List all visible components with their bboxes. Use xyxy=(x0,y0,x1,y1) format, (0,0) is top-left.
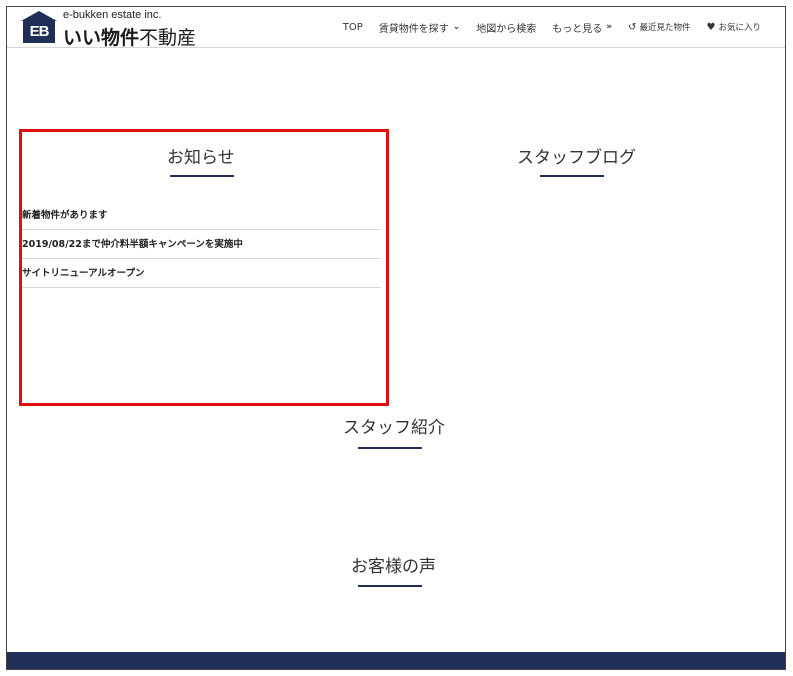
logo-title: いい物件不動産 xyxy=(63,23,196,50)
nav-recently-viewed-label: 最近見た物件 xyxy=(639,23,691,33)
voice-heading: お客様の声 xyxy=(351,557,436,577)
nav-more-label: もっと見る xyxy=(552,23,603,35)
logo-mark-text: EB xyxy=(23,21,55,43)
news-item[interactable]: 新着物件があります xyxy=(22,201,381,230)
history-icon: ↺ xyxy=(628,21,637,33)
news-heading: お知らせ xyxy=(167,148,235,168)
footer-bar xyxy=(7,652,785,669)
nav-search-rent-label: 賃貸物件を探す xyxy=(378,23,449,35)
nav-favorites-label: お気に入り xyxy=(718,23,761,33)
news-item[interactable]: 2019/08/22まで仲介料半額キャンペーンを実施中 xyxy=(22,230,381,259)
staff-heading-underline xyxy=(358,447,422,449)
page-frame: EB e-bukken estate inc. いい物件不動産 TOP 賃貸物件… xyxy=(6,6,786,670)
blog-heading-underline xyxy=(540,175,604,177)
nav-map-search-label: 地図から検索 xyxy=(476,23,537,35)
house-logo-icon: EB xyxy=(21,11,57,43)
logo-subtitle: e-bukken estate inc. xyxy=(63,9,162,21)
news-heading-underline xyxy=(170,175,234,177)
site-logo[interactable]: EB e-bukken estate inc. いい物件不動産 xyxy=(21,9,221,49)
double-chevron-down-icon: » xyxy=(606,22,613,32)
news-list: 新着物件があります 2019/08/22まで仲介料半額キャンペーンを実施中 サイ… xyxy=(22,201,381,288)
nav-top-label: TOP xyxy=(342,21,363,33)
news-item[interactable]: サイトリニューアルオープン xyxy=(22,259,381,288)
nav-recently-viewed[interactable]: ↺ 最近見た物件 xyxy=(628,21,691,34)
nav-search-rent[interactable]: 賃貸物件を探す ⌄ xyxy=(379,20,461,35)
nav-map-search[interactable]: 地図から検索 xyxy=(476,20,536,35)
staff-heading: スタッフ紹介 xyxy=(343,418,445,438)
chevron-down-icon: ⌄ xyxy=(452,22,461,32)
logo-title-bold: いい物件 xyxy=(63,27,140,49)
blog-heading: スタッフブログ xyxy=(517,148,636,168)
nav-top[interactable]: TOP xyxy=(343,22,363,33)
nav-more[interactable]: もっと見る» xyxy=(552,20,612,35)
logo-title-thin: 不動産 xyxy=(139,27,197,49)
voice-heading-underline xyxy=(358,585,422,587)
site-header: EB e-bukken estate inc. いい物件不動産 TOP 賃貸物件… xyxy=(7,7,785,49)
nav-favorites[interactable]: ♥ お気に入り xyxy=(706,21,761,34)
heart-icon: ♥ xyxy=(706,21,716,33)
main-nav: TOP 賃貸物件を探す ⌄ 地図から検索 もっと見る» ↺ 最近見た物件 ♥ お気に入… xyxy=(343,7,761,47)
